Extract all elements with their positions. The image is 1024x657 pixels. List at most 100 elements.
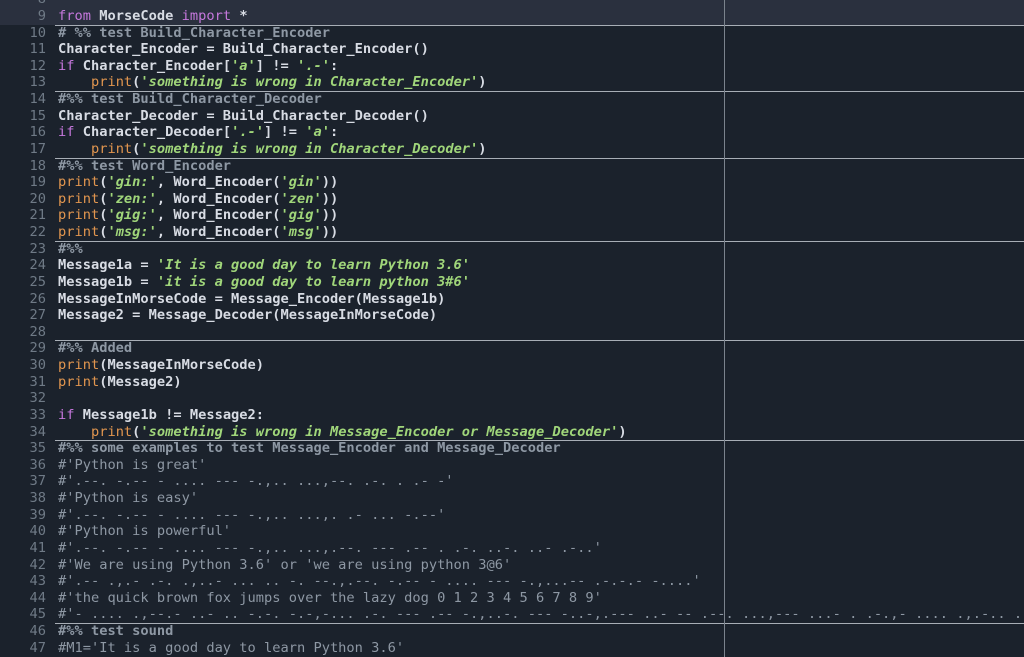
code-line-16[interactable]: 16 if Character_Decoder['.-'] != 'a': [0,124,1024,141]
code-line-27[interactable]: 27 Message2 = Message_Decoder(MessageInMo… [0,307,1024,324]
code-line-29[interactable]: 29 #%% Added [0,340,1024,357]
line-number: 33 [29,406,46,423]
code-line-32[interactable]: 32 [0,390,1024,407]
line-number: 28 [29,323,46,340]
line-number: 38 [29,490,46,507]
code-text: Message2 = Message_Decoder(MessageInMors… [58,307,438,324]
code-line-31[interactable]: 31 print(Message2) [0,374,1024,391]
code-text: , Word_Encoder( [156,207,281,224]
code-line-content: Character_Encoder = Build_Character_Enco… [55,41,1024,58]
comment-token: #'.--. -.-- - .... --- -.,.. ...,.--. --… [58,539,602,556]
keyword-token: import [181,7,232,24]
code-text: ) [478,140,487,157]
code-line-19[interactable]: 19 print('gin:', Word_Encoder('gin')) [0,174,1024,191]
string-token: '.-' [297,57,330,74]
comment-token: #'.-- .,.- .-. .,..- ... .. -. --.,.--. … [58,573,701,590]
code-line-43[interactable]: 43 #'.-- .,.- .-. .,..- ... .. -. --.,.--… [0,573,1024,590]
line-number: 44 [29,589,46,606]
string-token: 'something is wrong in Character_Encoder… [140,74,479,91]
code-line-22[interactable]: 22 print('msg:', Word_Encoder('msg')) [0,224,1024,241]
code-text: MessageInMorseCode = Message_Encoder(Mes… [58,290,446,307]
code-line-25[interactable]: 25 Message1b = 'it is a good day to learn… [0,274,1024,291]
code-line-33[interactable]: 33 if Message1b != Message2: [0,407,1024,424]
line-number: 30 [29,357,46,374]
code-editor[interactable]: 89 from MorseCode import * 10 # %% test Bui… [0,0,1024,657]
code-text: ] != [264,124,306,141]
code-text: Character_Decoder = Build_Character_Deco… [58,107,429,124]
code-line-40[interactable]: 40 #'Python is powerful' [0,523,1024,540]
code-line-46[interactable]: 46 #%% test sound [0,623,1024,640]
code-line-17[interactable]: 17 print('something is wrong in Characte… [0,141,1024,158]
code-line-10[interactable]: 10 # %% test Build_Character_Encoder [0,25,1024,42]
code-line-content: #'Python is great' [55,457,1024,474]
comment-token: #'.--. -.-- - .... --- -.,.. ...,--. .-.… [58,473,454,490]
code-line-content: print('gin:', Word_Encoder('gin')) [55,174,1024,191]
code-line-content: #%% Added [55,340,1024,357]
code-line-content: Character_Decoder = Build_Character_Deco… [55,108,1024,125]
line-number: 21 [29,207,46,224]
code-line-24[interactable]: 24 Message1a = 'It is a good day to learn… [0,257,1024,274]
code-line-content: print(MessageInMorseCode) [55,357,1024,374]
code-line-23[interactable]: 23 #%% [0,241,1024,258]
string-token: '.-' [231,124,265,141]
code-line-36[interactable]: 36 #'Python is great' [0,457,1024,474]
code-line-13[interactable]: 13 print('something is wrong in Characte… [0,74,1024,91]
code-text: )) [321,224,339,241]
line-number: 42 [29,556,46,573]
code-line-37[interactable]: 37 #'.--. -.-- - .... --- -.,.. ...,--. .… [0,473,1024,490]
code-line-content: # %% test Build_Character_Encoder [55,25,1024,42]
code-line-content: print(Message2) [55,374,1024,391]
code-text: * [231,7,248,24]
comment-token: #'We are using Python 3.6' or 'we are us… [58,556,512,573]
code-line-9[interactable]: 9 from MorseCode import * [0,7,1024,25]
cell-comment-token: #%% test sound [58,623,174,640]
code-line-15[interactable]: 15 Character_Decoder = Build_Character_De… [0,108,1024,125]
line-number: 20 [29,190,46,207]
code-line-26[interactable]: 26 MessageInMorseCode = Message_Encoder(M… [0,291,1024,308]
code-text: ) [618,423,627,440]
builtin-token: print [58,207,100,224]
code-line-20[interactable]: 20 print('zen:', Word_Encoder('zen')) [0,191,1024,208]
code-line-content: print('zen:', Word_Encoder('zen')) [55,191,1024,208]
line-number: 17 [29,140,46,157]
builtin-token: print [58,174,100,191]
code-line-34[interactable]: 34 print('something is wrong in Message_… [0,424,1024,441]
line-number: 43 [29,573,46,590]
code-line-content: #M1='It is a good day to learn Python 3.… [55,640,1024,657]
code-line-11[interactable]: 11 Character_Encoder = Build_Character_En… [0,41,1024,58]
code-text: , Word_Encoder( [156,224,281,241]
code-line-18[interactable]: 18 #%% test Word_Encoder [0,158,1024,175]
code-line-39[interactable]: 39 #'.--. -.-- - .... --- -.,.. ...,. .- … [0,507,1024,524]
code-line-35[interactable]: 35 #%% some examples to test Message_Enco… [0,440,1024,457]
keyword-token: from [58,7,91,24]
code-line-44[interactable]: 44 #'the quick brown fox jumps over the l… [0,590,1024,607]
code-line-47[interactable]: 47 #M1='It is a good day to learn Python … [0,640,1024,657]
code-line-14[interactable]: 14 #%% test Build_Character_Decoder [0,91,1024,108]
comment-token: #M1='It is a good day to learn Python 3.… [58,639,405,656]
code-line-8[interactable]: 8 [0,0,1024,8]
comment-token: #'Python is great' [58,456,207,473]
string-token: 'a' [305,124,330,141]
code-line-30[interactable]: 30 print(MessageInMorseCode) [0,357,1024,374]
code-line-content: #%% some examples to test Message_Encode… [55,440,1024,457]
line-number: 22 [29,224,46,241]
code-line-content: #'.-- .,.- .-. .,..- ... .. -. --.,.--. … [55,573,1024,590]
code-line-28[interactable]: 28 [0,324,1024,341]
line-number: 24 [29,257,46,274]
code-line-content: Message1b = 'it is a good day to learn p… [55,274,1024,291]
cell-comment-token: #%% test Word_Encoder [58,157,232,174]
line-number: 45 [29,606,46,623]
code-line-12[interactable]: 12 if Character_Encoder['a'] != '.-': [0,58,1024,75]
line-number: 18 [29,157,46,174]
code-line-41[interactable]: 41 #'.--. -.-- - .... --- -.,.. ...,.--. … [0,540,1024,557]
code-line-42[interactable]: 42 #'We are using Python 3.6' or 'we are … [0,557,1024,574]
string-token: 'gig' [280,207,322,224]
cell-comment-token: #%% test Build_Character_Decoder [58,91,322,108]
code-line-21[interactable]: 21 print('gig:', Word_Encoder('gig')) [0,207,1024,224]
code-line-content: print('msg:', Word_Encoder('msg')) [55,224,1024,241]
code-line-45[interactable]: 45 #'- .... .,--.- ..- .. -.-. -.-,-... .… [0,606,1024,623]
code-line-38[interactable]: 38 #'Python is easy' [0,490,1024,507]
